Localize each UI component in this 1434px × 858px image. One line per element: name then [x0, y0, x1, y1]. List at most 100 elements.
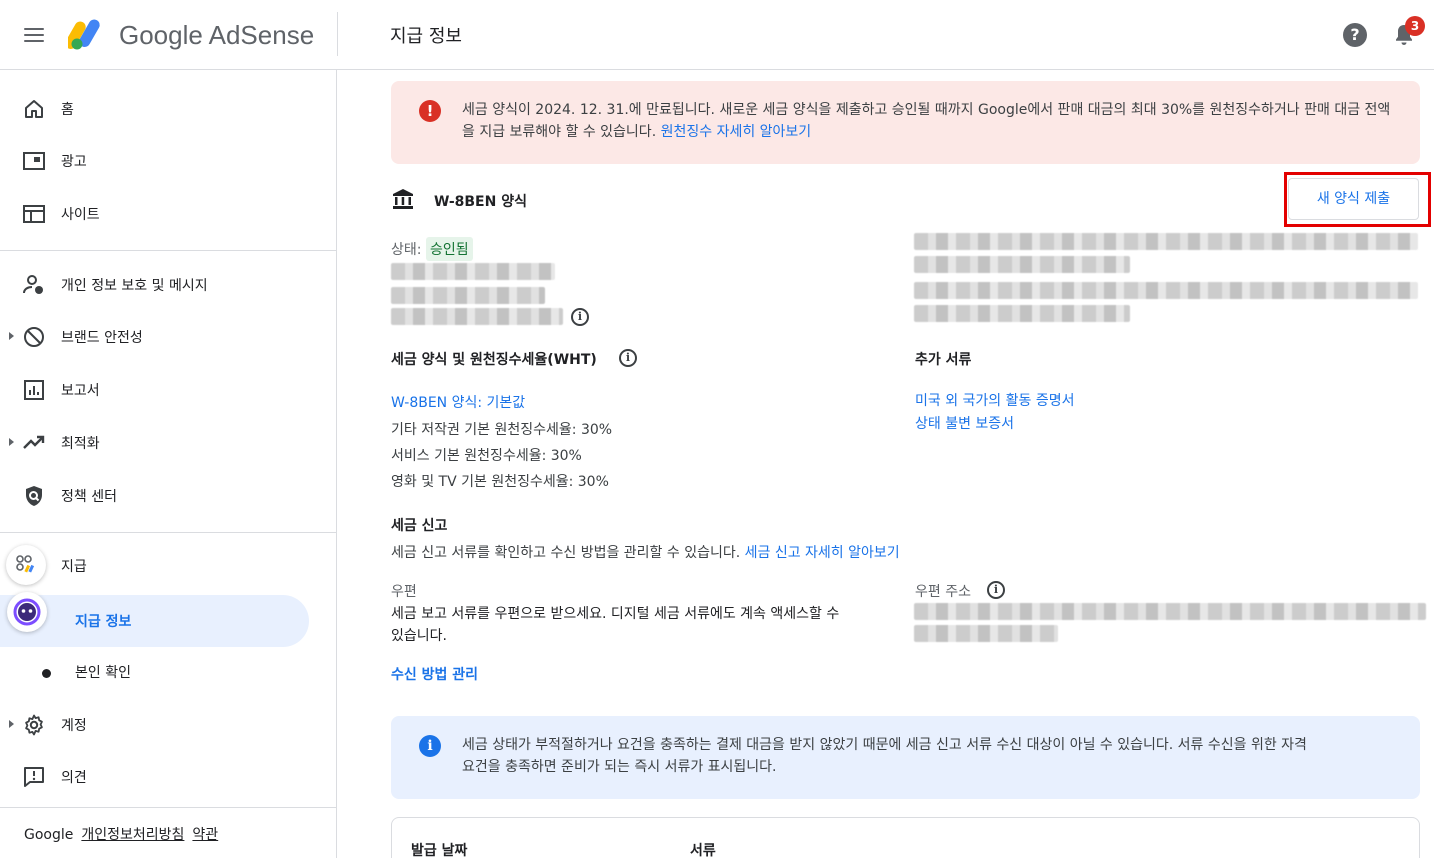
sidebar-item-identity-verification[interactable]: 본인 확인 — [0, 652, 336, 692]
footer-google-text: Google — [24, 827, 74, 843]
expand-caret-icon[interactable] — [9, 720, 14, 728]
tax-reporting-description: 세금 신고 서류를 확인하고 수신 방법을 관리할 수 있습니다. 세금 신고 … — [391, 542, 900, 562]
info-text-line: 세금 상태가 부적절하거나 요건을 충족하는 결제 대금을 받지 않았기 때문에… — [462, 737, 1307, 753]
manage-delivery-link[interactable]: 수신 방법 관리 — [391, 664, 478, 684]
sidebar-item-label: 지급 — [61, 559, 87, 575]
info-text: 세금 상태가 부적절하거나 요건을 충족하는 결제 대금을 받지 않았기 때문에… — [462, 734, 1402, 778]
additional-docs-heading: 추가 서류 — [915, 352, 972, 368]
wht-heading: 세금 양식 및 원천징수세율(WHT) — [391, 352, 597, 368]
trending-icon — [23, 435, 45, 449]
sidebar-item-reports[interactable]: 보고서 — [0, 370, 336, 410]
info-icon[interactable]: i — [571, 308, 589, 326]
mail-description: 세금 보고 서류를 우편으로 받으세요. 디지털 세금 서류에도 계속 액세스할… — [391, 606, 840, 622]
tax-expiry-warning-banner: ! 세금 양식이 2024. 12. 31.에 만료됩니다. 새로운 세금 양식… — [391, 81, 1420, 164]
sidebar-item-label: 브랜드 안전성 — [61, 330, 143, 346]
page-title: 지급 정보 — [390, 26, 462, 47]
tax-reporting-text: 세금 신고 서류를 확인하고 수신 방법을 관리할 수 있습니다. — [391, 545, 741, 561]
tax-documents-table: 발급 날짜 서류 — [391, 817, 1420, 858]
wht-rate-text: 서비스 기본 원천징수세율: 30% — [391, 448, 582, 464]
redacted-text — [391, 308, 563, 325]
wht-rate-text: 기타 저작권 기본 원천징수세율: 30% — [391, 422, 613, 438]
info-text-line: 요건을 충족하면 준비가 되는 즉시 서류가 표시됩니다. — [462, 759, 777, 775]
sidebar-item-label: 홈 — [61, 102, 74, 118]
sidebar-item-privacy-messaging[interactable]: 개인 정보 보호 및 메시지 — [0, 265, 336, 305]
sidebar-item-policy-center[interactable]: 정책 센터 — [0, 476, 336, 516]
reports-icon — [24, 380, 44, 400]
redacted-text — [914, 625, 1058, 642]
sidebar-item-home[interactable]: 홈 — [0, 89, 336, 129]
redacted-text — [914, 305, 1130, 322]
status-label: 상태: — [391, 242, 422, 258]
assistant-face-icon[interactable] — [7, 592, 47, 632]
top-app-bar: Google AdSense 지급 정보 ? 3 — [0, 0, 1434, 70]
redacted-text — [391, 263, 555, 280]
home-icon — [25, 100, 43, 118]
adsense-logo-icon — [68, 19, 100, 50]
info-icon[interactable]: i — [619, 349, 637, 367]
warning-message: 세금 양식이 2024. 12. 31.에 만료됩니다. 새로운 세금 양식을 … — [462, 102, 1391, 140]
tax-reporting-learn-more-link[interactable]: 세금 신고 자세히 알아보기 — [745, 545, 900, 561]
privacy-policy-link[interactable]: 개인정보처리방침 — [81, 827, 184, 843]
withholding-learn-more-link[interactable]: 원천징수 자세히 알아보기 — [661, 124, 812, 140]
sidebar-divider — [0, 532, 336, 533]
sidebar-item-brand-safety[interactable]: 브랜드 안전성 — [0, 317, 336, 357]
info-icon[interactable]: i — [987, 581, 1005, 599]
feedback-icon — [24, 767, 44, 787]
redacted-text — [914, 282, 1418, 299]
sidebar-item-label: 정책 센터 — [61, 489, 117, 505]
expand-caret-icon[interactable] — [9, 438, 14, 446]
tax-reporting-heading: 세금 신고 — [391, 518, 448, 534]
sidebar-item-payments[interactable]: 지급 — [0, 546, 336, 586]
ads-icon — [23, 152, 45, 170]
info-circle-icon: i — [419, 735, 441, 757]
w8ben-default-link[interactable]: W-8BEN 양식: 기본값 — [391, 392, 525, 412]
bullet-dot — [42, 669, 51, 678]
block-icon — [24, 327, 44, 347]
notification-badge: 3 — [1405, 16, 1425, 36]
sidebar-item-ads[interactable]: 광고 — [0, 141, 336, 181]
error-icon: ! — [419, 100, 441, 122]
redacted-text — [914, 256, 1130, 273]
form-status: 상태: 승인됨 — [391, 237, 473, 261]
privacy-messaging-icon — [23, 275, 43, 294]
sidebar-divider — [0, 250, 336, 251]
wht-rate-text: 영화 및 TV 기본 원천징수세율: 30% — [391, 474, 609, 490]
redacted-text — [391, 287, 545, 304]
sidebar-item-label: 본인 확인 — [75, 665, 131, 681]
sidebar-item-label: 최적화 — [61, 436, 100, 452]
foreign-activity-certificate-link[interactable]: 미국 외 국가의 활동 증명서 — [915, 390, 1074, 410]
status-badge: 승인됨 — [425, 237, 473, 261]
sidebar-item-feedback[interactable]: 의견 — [0, 757, 336, 797]
sidebar-item-label: 광고 — [61, 154, 87, 170]
hamburger-menu-icon[interactable] — [22, 24, 48, 46]
sidebar-item-sites[interactable]: 사이트 — [0, 194, 336, 234]
sidebar-item-label: 계정 — [61, 718, 87, 734]
policy-shield-icon — [26, 486, 42, 506]
redacted-text — [914, 233, 1418, 250]
bank-icon — [393, 189, 413, 209]
terms-link[interactable]: 약관 — [192, 827, 218, 843]
tax-eligibility-info-banner: i 세금 상태가 부적절하거나 요건을 충족하는 결제 대금을 받지 않았기 때… — [391, 716, 1420, 799]
column-header-issue-date: 발급 날짜 — [411, 843, 468, 858]
mail-label: 우편 — [391, 584, 417, 600]
gear-icon — [25, 714, 43, 736]
help-icon[interactable]: ? — [1343, 23, 1367, 47]
status-unchanged-certificate-link[interactable]: 상태 불변 보증서 — [915, 413, 1014, 433]
main-content: ! 세금 양식이 2024. 12. 31.에 만료됩니다. 새로운 세금 양식… — [338, 70, 1434, 858]
payments-icon[interactable] — [6, 545, 46, 585]
form-title: W-8BEN 양식 — [434, 194, 527, 210]
sidebar-item-label: 의견 — [61, 770, 87, 786]
warning-text: 세금 양식이 2024. 12. 31.에 만료됩니다. 새로운 세금 양식을 … — [462, 99, 1402, 143]
column-header-document: 서류 — [690, 843, 716, 858]
sidebar-divider — [0, 807, 336, 808]
sidebar-nav: 홈 광고 사이트 개인 정보 보호 및 메시지 브랜드 안전성 보고서 최적화 … — [0, 70, 337, 858]
mail-description: 있습니다. — [391, 628, 447, 644]
sidebar-footer: Google 개인정보처리방침 약관 — [24, 824, 218, 844]
sidebar-item-label: 개인 정보 보호 및 메시지 — [61, 278, 208, 294]
sidebar-item-label: 사이트 — [61, 207, 100, 223]
sidebar-item-optimization[interactable]: 최적화 — [0, 423, 336, 463]
sidebar-item-label: 지급 정보 — [75, 614, 132, 630]
sidebar-item-account[interactable]: 계정 — [0, 705, 336, 745]
submit-new-form-button[interactable]: 새 양식 제출 — [1288, 178, 1419, 220]
expand-caret-icon[interactable] — [9, 332, 14, 340]
